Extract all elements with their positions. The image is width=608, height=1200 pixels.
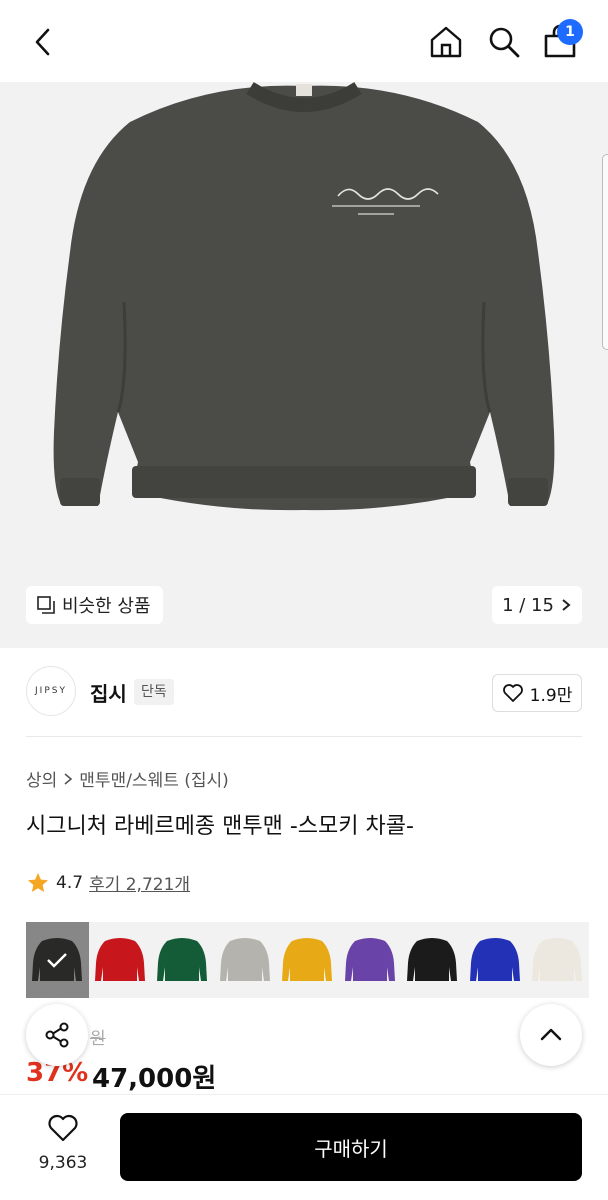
original-price: 원 <box>90 1029 106 1049</box>
share-icon <box>45 1022 69 1048</box>
chevron-up-icon <box>540 1028 562 1041</box>
brand-logo-text: JIPSY <box>35 686 67 696</box>
breadcrumb: 상의 맨투맨/스웨트 (집시) <box>26 766 229 791</box>
back-icon[interactable] <box>26 24 62 60</box>
chevron-right-icon <box>64 772 73 785</box>
breadcrumb-item[interactable]: 상의 <box>26 766 57 791</box>
breadcrumb-item[interactable]: 맨투맨/스웨트 (집시) <box>79 766 229 791</box>
heart-icon <box>48 1114 78 1142</box>
swatch-shirt-image <box>469 938 520 981</box>
brand-like-button[interactable]: 1.9만 <box>492 674 582 712</box>
copy-icon <box>37 596 55 614</box>
brand-like-count: 1.9만 <box>529 685 573 706</box>
swatch-shirt-image <box>407 938 458 981</box>
swatch-shirt-image <box>157 938 208 981</box>
brand-row: JIPSY 집시 단독 1.9만 <box>0 666 608 718</box>
home-icon[interactable] <box>428 24 464 60</box>
color-swatch-blue[interactable] <box>463 922 526 998</box>
final-price: 47,000원 <box>92 1064 217 1094</box>
image-counter-button[interactable]: 1 / 15 <box>492 586 582 624</box>
chevron-right-icon <box>562 599 571 611</box>
product-title: 시그니처 라베르메종 맨투맨 -스모키 차콜- <box>26 814 414 839</box>
color-swatch-purple[interactable] <box>338 922 401 998</box>
search-icon[interactable] <box>486 24 522 60</box>
star-icon <box>28 872 48 892</box>
bottom-bar: 9,363 구매하기 <box>0 1094 608 1200</box>
product-image-carousel[interactable]: 비슷한 상품 1 / 15 <box>0 82 608 648</box>
swatch-shirt-image <box>532 938 583 981</box>
top-nav: 1 <box>0 0 608 82</box>
color-swatch-yellow[interactable] <box>276 922 339 998</box>
similar-products-button[interactable]: 비슷한 상품 <box>26 586 163 624</box>
review-link[interactable]: 후기 2,721개 <box>89 870 190 895</box>
color-swatch-red[interactable] <box>88 922 151 998</box>
image-counter: 1 / 15 <box>502 594 554 616</box>
wishlist-button[interactable]: 9,363 <box>26 1113 100 1173</box>
swatch-shirt-image <box>94 938 145 981</box>
similar-products-label: 비슷한 상품 <box>62 596 151 617</box>
heart-icon <box>502 684 523 702</box>
color-swatch-ivory[interactable] <box>526 922 589 998</box>
swatch-shirt-image <box>344 938 395 981</box>
check-icon <box>26 922 89 998</box>
brand-logo[interactable]: JIPSY <box>26 666 76 716</box>
buy-button[interactable]: 구매하기 <box>120 1113 582 1181</box>
cart-count-badge: 1 <box>557 19 583 45</box>
color-swatch-green[interactable] <box>151 922 214 998</box>
color-swatch-black[interactable] <box>401 922 464 998</box>
rating-row: 4.7 후기 2,721개 <box>26 870 190 895</box>
exclusive-badge: 단독 <box>134 679 174 705</box>
color-swatches <box>26 922 589 998</box>
product-image <box>53 82 555 511</box>
divider <box>26 736 582 737</box>
swatch-shirt-image <box>282 938 333 981</box>
brand-name[interactable]: 집시 <box>90 678 127 707</box>
swatch-shirt-image <box>219 938 270 981</box>
wishlist-count: 9,363 <box>38 1153 88 1173</box>
color-swatch-gray[interactable] <box>213 922 276 998</box>
color-swatch-charcoal[interactable] <box>26 922 89 998</box>
scroll-handle[interactable] <box>602 154 608 350</box>
scroll-top-button[interactable] <box>520 1004 582 1066</box>
rating-value: 4.7 <box>56 872 84 893</box>
share-button[interactable] <box>26 1004 88 1066</box>
